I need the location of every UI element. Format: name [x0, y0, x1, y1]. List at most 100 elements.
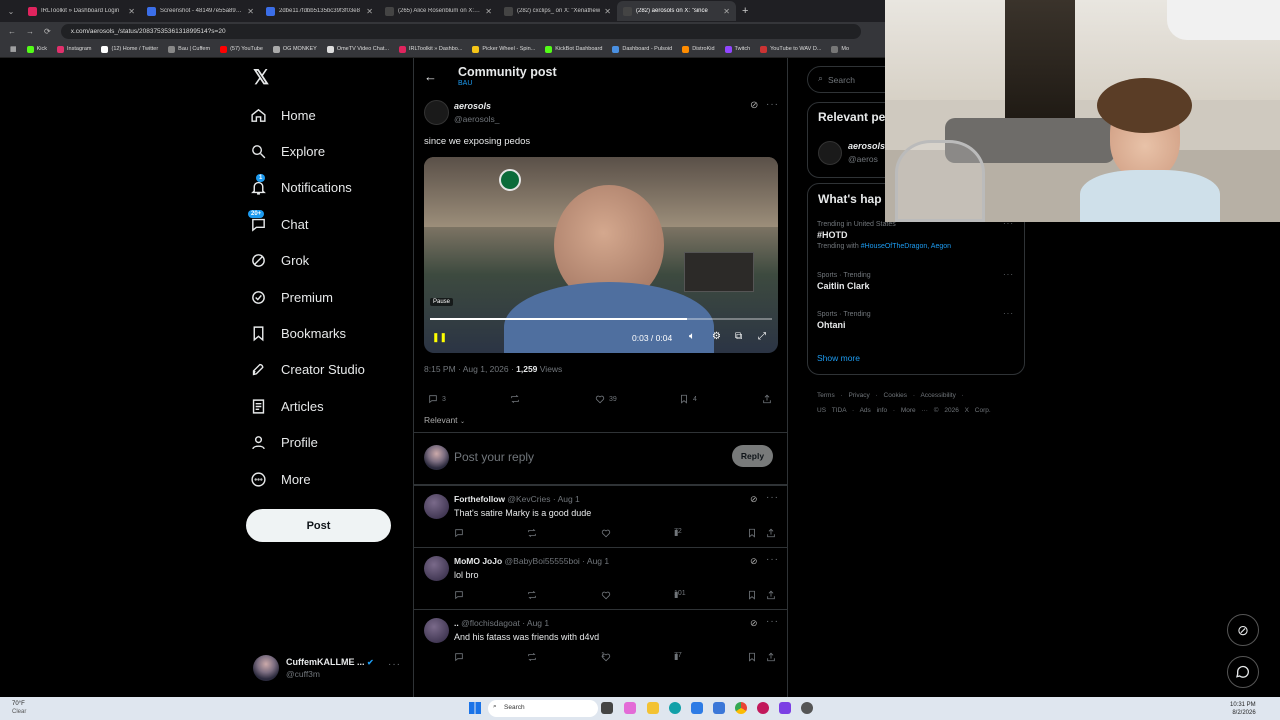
account-switcher[interactable]: CuffemKALLME ... ✔ @cuff3m ···: [253, 655, 403, 683]
footer-line-2[interactable]: US TIDA · Ads info · More ··· © 2026 X C…: [817, 403, 991, 418]
grok-icon[interactable]: ⊘: [750, 100, 758, 111]
file-explorer-icon[interactable]: [647, 702, 659, 714]
reply-button[interactable]: Reply: [732, 445, 773, 467]
reply-repost-action[interactable]: [527, 528, 537, 538]
reply-avatar[interactable]: [424, 494, 449, 519]
taskview-icon[interactable]: [601, 702, 613, 714]
reply-action[interactable]: 3: [428, 394, 446, 404]
reply-like-action[interactable]: [601, 590, 611, 600]
reply-grok-icon[interactable]: ⊘: [750, 494, 758, 505]
tab-close-icon[interactable]: ✕: [247, 7, 254, 16]
trend-more-icon[interactable]: ···: [1003, 309, 1014, 318]
chrome-icon[interactable]: [735, 702, 747, 714]
reply-like-action[interactable]: [601, 528, 611, 538]
tab-close-icon[interactable]: ✕: [366, 7, 373, 16]
nav-item-profile[interactable]: Profile: [250, 427, 318, 459]
bookmark-item[interactable]: Bau | Cuffem: [168, 45, 210, 53]
nav-item-more[interactable]: More: [250, 463, 311, 495]
reply-bookmark-action[interactable]: [747, 528, 757, 538]
app-icon-5[interactable]: [801, 702, 813, 714]
reply-reply-action[interactable]: [454, 652, 464, 662]
app-icon-2[interactable]: [713, 702, 725, 714]
windows-start-icon[interactable]: [469, 702, 481, 714]
nav-item-premium[interactable]: Premium: [250, 281, 333, 313]
pip-icon[interactable]: ⧉: [735, 331, 742, 342]
bookmark-item[interactable]: KickBot Dashboard: [545, 45, 602, 53]
reload-icon[interactable]: ⟳: [44, 27, 51, 36]
bookmark-item[interactable]: Picker Wheel - Spin...: [472, 45, 535, 53]
nav-item-grok[interactable]: Grok: [250, 245, 309, 277]
reply-avatar[interactable]: [424, 556, 449, 581]
nav-item-bookmarks[interactable]: Bookmarks: [250, 317, 346, 349]
tab-close-icon[interactable]: ✕: [723, 7, 730, 16]
like-action[interactable]: 39: [595, 394, 617, 404]
bookmark-item[interactable]: Twitch: [724, 45, 750, 53]
post-author-name[interactable]: aerosols: [454, 101, 491, 111]
bookmark-item[interactable]: Kick: [26, 45, 47, 53]
reply-repost-action[interactable]: [527, 590, 537, 600]
account-more-icon[interactable]: ···: [388, 659, 401, 670]
app-icon-1[interactable]: [624, 702, 636, 714]
back-arrow-icon[interactable]: ←: [424, 69, 437, 84]
reply-author-name[interactable]: ..: [454, 618, 459, 628]
reply-more-icon[interactable]: ···: [766, 492, 779, 503]
bookmark-item[interactable]: OG MONKEY: [272, 45, 317, 53]
tab-close-icon[interactable]: ✕: [485, 7, 492, 16]
reply-share-action[interactable]: [766, 528, 776, 538]
video-player[interactable]: Pause ❚❚ 0:03 / 0:04 🔈︎ ⚙ ⧉ ⤢: [424, 157, 778, 353]
reply-grok-icon[interactable]: ⊘: [750, 556, 758, 567]
system-clock[interactable]: 10:31 PM 8/2/2026: [1230, 701, 1256, 717]
reply-more-icon[interactable]: ···: [766, 554, 779, 565]
tab-close-icon[interactable]: ✕: [604, 7, 611, 16]
post-more-icon[interactable]: ···: [766, 99, 779, 110]
footer-line-1[interactable]: Terms · Privacy · Cookies · Accessibilit…: [817, 388, 991, 403]
forward-icon[interactable]: →: [26, 27, 34, 36]
nav-item-chat[interactable]: Chat 20+: [248, 208, 308, 240]
back-icon[interactable]: ←: [8, 27, 16, 36]
nav-item-creator-studio[interactable]: Creator Studio: [250, 354, 365, 386]
trend-related-link[interactable]: #HouseOfTheDragon: [861, 243, 928, 250]
community-link[interactable]: BAU: [458, 80, 472, 87]
settings-icon[interactable]: ⚙: [712, 331, 721, 342]
fullscreen-icon[interactable]: ⤢: [758, 331, 766, 342]
url-field[interactable]: x.com/aerosols_/status/20837535361318995…: [60, 24, 861, 39]
trend-item[interactable]: Trending in United States #HOTD ··· Trendin…: [817, 219, 1017, 250]
nav-item-explore[interactable]: Explore: [250, 135, 325, 167]
reply-bookmark-action[interactable]: [747, 652, 757, 662]
reply-item[interactable]: Forthefollow @KevCries · Aug 1 ⊘ ··· That's…: [414, 485, 787, 547]
apps-icon[interactable]: ▦: [10, 45, 17, 53]
bookmark-item[interactable]: DistroKid: [682, 45, 715, 53]
video-progress-track[interactable]: [430, 318, 772, 320]
app-icon-3[interactable]: [757, 702, 769, 714]
bookmark-action[interactable]: 4: [679, 394, 697, 404]
reply-avatar[interactable]: [424, 618, 449, 643]
reply-author-name[interactable]: MoMO JoJo: [454, 556, 502, 566]
new-tab-button[interactable]: +: [736, 5, 748, 17]
x-logo-icon[interactable]: 𝕏: [253, 68, 273, 88]
repost-action[interactable]: [510, 394, 524, 404]
bookmark-item[interactable]: (57) YouTube: [220, 45, 263, 53]
reply-item[interactable]: MoMO JoJo @BabyBoi55555boi · Aug 1 ⊘ ··· lo…: [414, 547, 787, 609]
trend-item[interactable]: Sports · Trending Caitlin Clark ···: [817, 270, 1017, 291]
reply-share-action[interactable]: [766, 652, 776, 662]
reply-more-icon[interactable]: ···: [766, 616, 779, 627]
share-action[interactable]: [762, 394, 772, 406]
nav-item-notifications[interactable]: Notifications 1: [250, 172, 352, 204]
browser-tab[interactable]: IRLToolkit » Dashboard Login ✕: [22, 1, 141, 21]
weather-widget[interactable]: 70°F Clear: [12, 700, 26, 716]
nav-item-articles[interactable]: Articles: [250, 390, 324, 422]
post-author-avatar[interactable]: [424, 100, 449, 125]
trend-item[interactable]: Sports · Trending Ohtani ···: [817, 309, 1017, 330]
browser-tab[interactable]: 2dbe117fdbb5135bc39f3f03e8 ✕: [260, 1, 379, 21]
reply-reply-action[interactable]: [454, 590, 464, 600]
messages-fab-button[interactable]: [1227, 656, 1259, 688]
tab-menu-icon[interactable]: ⌄: [0, 7, 22, 16]
reply-bookmark-action[interactable]: [747, 590, 757, 600]
reply-item[interactable]: .. @flochisdagoat · Aug 1 ⊘ ··· And his fat…: [414, 609, 787, 671]
reply-reply-action[interactable]: [454, 528, 464, 538]
reply-input[interactable]: Post your reply: [454, 450, 534, 464]
volume-icon[interactable]: 🔈︎: [689, 331, 695, 342]
nav-item-home[interactable]: Home: [250, 99, 316, 131]
reply-share-action[interactable]: [766, 590, 776, 600]
bookmark-item[interactable]: Dashboard - Pulsoid: [612, 45, 672, 53]
